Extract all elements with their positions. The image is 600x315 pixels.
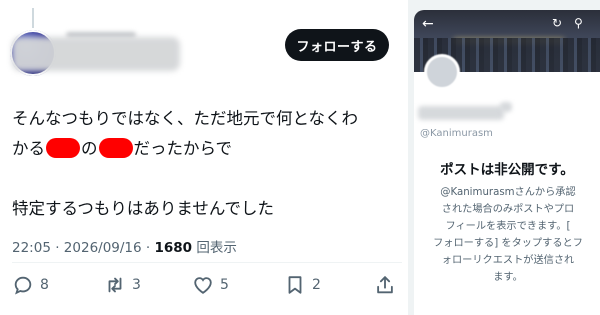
- tweet-meta: 22:05 · 2026/09/16 · 1680 回表示: [12, 236, 237, 256]
- reply-count: 8: [40, 277, 49, 293]
- search-icon[interactable]: ⚲: [574, 16, 583, 30]
- profile-avatar[interactable]: [424, 54, 460, 90]
- tweet-date[interactable]: 2026/09/16: [64, 240, 142, 256]
- meta-separator: ·: [145, 240, 155, 256]
- thread-line: [32, 8, 34, 28]
- private-message-line: フィールを表示できます。[: [445, 221, 571, 232]
- blurred-profile-name-tail: [500, 102, 512, 112]
- meta-separator: ·: [55, 240, 64, 256]
- profile-panel: ← ↻ ⚲ @Kanimurasm ポストは非公開です。 @Kanimurasm…: [414, 10, 600, 315]
- tweet-time[interactable]: 22:05: [12, 240, 51, 256]
- tweet-body: そんなつもりではなく、ただ地元で何となくわ かる の だったからで 特定するつもりは…: [12, 104, 402, 224]
- private-account-title: ポストは非公開です。: [440, 162, 574, 178]
- repost-count: 3: [132, 277, 141, 293]
- private-message-line: ォローリクエストが送信され: [441, 255, 575, 266]
- follow-button[interactable]: フォローする: [285, 29, 389, 61]
- private-message-line: @Kanimurasmさんから承認: [440, 187, 576, 198]
- refresh-icon[interactable]: ↻: [552, 16, 562, 30]
- tweet-line-2: かる の だったからで: [12, 134, 402, 164]
- blurred-user-info: [12, 37, 180, 71]
- repost-icon: [108, 277, 122, 293]
- private-message-line: された場合のみポストやプロ: [441, 204, 575, 215]
- tweet-card: フォローする そんなつもりではなく、ただ地元で何となくわ かる の だったからで 特…: [0, 0, 408, 315]
- tweet-line-3: 特定するつもりはありませんでした: [12, 199, 275, 218]
- reply-icon: [14, 276, 32, 295]
- like-button[interactable]: 5: [192, 270, 229, 300]
- private-account-message: @Kanimurasmさんから承認 された場合のみポストやプロ フィールを表示で…: [428, 184, 588, 286]
- like-count: 5: [220, 277, 229, 293]
- tweet-line-2-prefix: かる: [12, 139, 45, 158]
- tweet-line-2-suffix: だったからで: [133, 139, 233, 158]
- action-bar: 8 3 5 2: [12, 270, 400, 300]
- back-arrow-icon[interactable]: ←: [422, 16, 434, 32]
- redaction-mark-1: [46, 138, 80, 158]
- tweet-line-1: そんなつもりではなく、ただ地元で何となくわ: [12, 109, 359, 128]
- divider: [12, 262, 402, 263]
- bookmark-icon: [288, 276, 302, 294]
- redaction-mark-2: [98, 138, 133, 158]
- profile-handle: @Kanimurasm: [420, 128, 493, 139]
- blurred-profile-name: [418, 106, 504, 120]
- bookmark-count: 2: [312, 277, 321, 293]
- bookmark-button[interactable]: 2: [284, 270, 321, 300]
- private-message-line: フォローする] をタップするとフ: [433, 238, 583, 249]
- share-icon: [377, 276, 393, 294]
- repost-button[interactable]: 3: [104, 270, 141, 300]
- private-message-line: ます。: [493, 272, 523, 283]
- reply-button[interactable]: 8: [12, 270, 49, 300]
- views-count: 1680: [154, 240, 193, 256]
- like-icon: [194, 277, 212, 294]
- tweet-line-2-mid: の: [81, 139, 98, 158]
- share-button[interactable]: [374, 270, 396, 300]
- views-label: 回表示: [196, 240, 237, 256]
